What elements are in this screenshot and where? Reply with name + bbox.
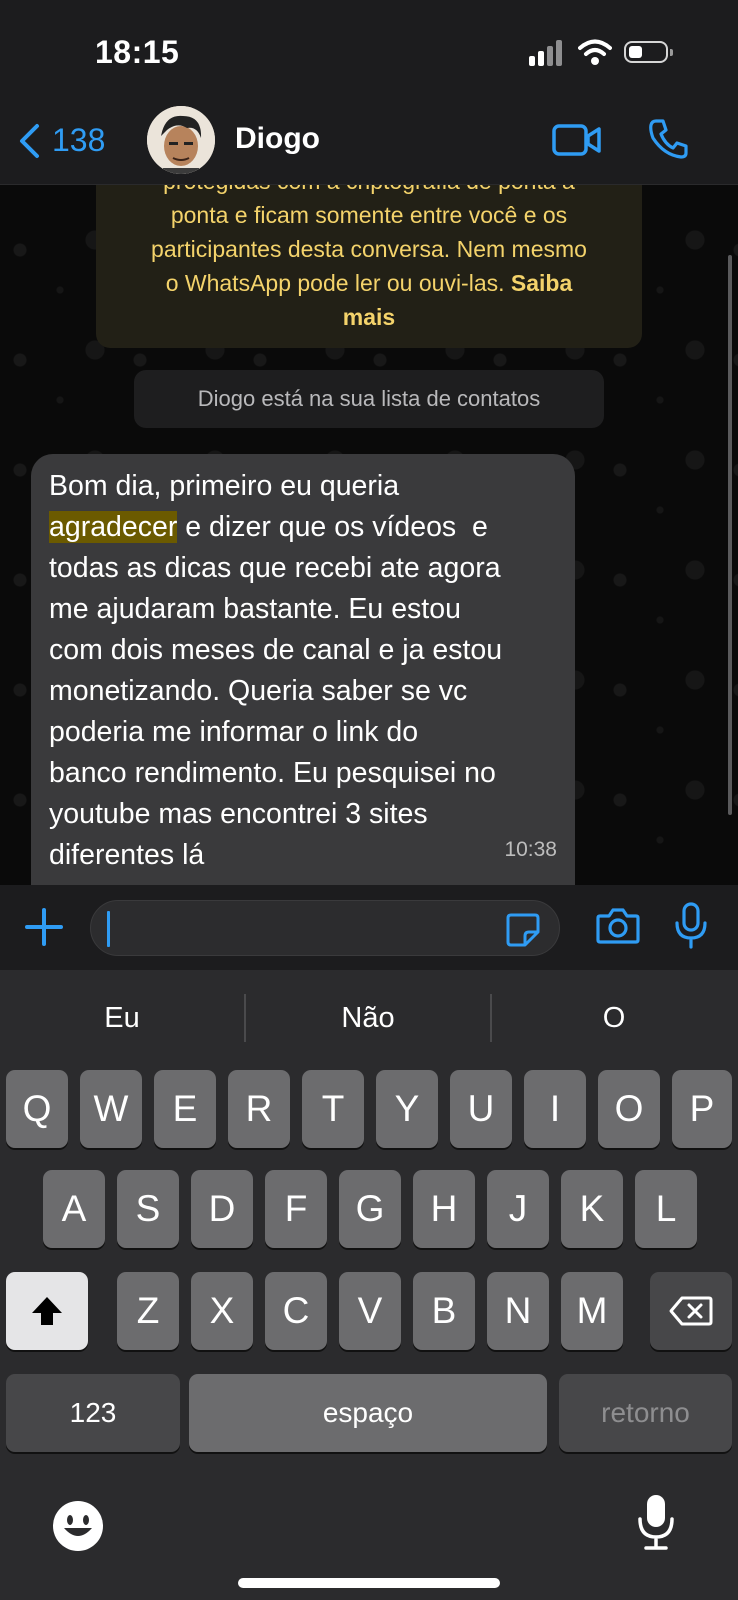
- key[interactable]: B: [413, 1272, 475, 1350]
- chat-header: 138 Diogo: [0, 100, 738, 185]
- key[interactable]: I: [524, 1070, 586, 1148]
- message-bubble[interactable]: Bom dia, primeiro eu queria agradecer e …: [31, 454, 575, 890]
- key[interactable]: M: [561, 1272, 623, 1350]
- contact-name[interactable]: Diogo: [235, 122, 320, 156]
- key[interactable]: G: [339, 1170, 401, 1248]
- message-timestamp: 10:38: [504, 838, 557, 861]
- video-call-button[interactable]: [552, 122, 602, 158]
- message-line: diferentes lá: [49, 839, 205, 871]
- keyboard: Eu Não O Q W E R T Y U I O P A S D F G H…: [0, 970, 738, 1600]
- message-line: youtube mas encontrei 3 sites: [49, 798, 428, 830]
- key[interactable]: Y: [376, 1070, 438, 1148]
- encryption-line-4: o WhatsApp pode ler ou ouvi-las.: [165, 270, 505, 296]
- message-line: todas as dicas que recebi ate agora: [49, 552, 501, 584]
- sticker-icon[interactable]: [505, 912, 541, 948]
- camera-icon[interactable]: [596, 907, 640, 945]
- key[interactable]: Z: [117, 1272, 179, 1350]
- space-key[interactable]: espaço: [189, 1374, 547, 1452]
- signal-icon: [529, 40, 565, 66]
- return-key[interactable]: retorno: [559, 1374, 732, 1452]
- key[interactable]: H: [413, 1170, 475, 1248]
- status-bar: 18:15: [0, 0, 738, 100]
- key[interactable]: S: [117, 1170, 179, 1248]
- backspace-icon: [669, 1296, 713, 1326]
- key[interactable]: K: [561, 1170, 623, 1248]
- key[interactable]: Q: [6, 1070, 68, 1148]
- learn-more-link-2[interactable]: mais: [343, 304, 395, 330]
- key[interactable]: F: [265, 1170, 327, 1248]
- home-indicator[interactable]: [238, 1578, 500, 1588]
- predictive-bar: Eu Não O: [0, 970, 738, 1066]
- highlighted-word: agradecer: [49, 511, 178, 543]
- back-button[interactable]: 138: [18, 122, 105, 159]
- phone-icon[interactable]: [648, 118, 688, 160]
- backspace-key[interactable]: [650, 1272, 732, 1350]
- key[interactable]: N: [487, 1272, 549, 1350]
- key[interactable]: E: [154, 1070, 216, 1148]
- plus-icon[interactable]: [24, 907, 64, 947]
- key[interactable]: X: [191, 1272, 253, 1350]
- key[interactable]: U: [450, 1070, 512, 1148]
- scroll-indicator[interactable]: [728, 255, 732, 815]
- key[interactable]: D: [191, 1170, 253, 1248]
- message-line: monetizando. Queria saber se vc: [49, 675, 468, 707]
- emoji-icon[interactable]: [52, 1500, 104, 1552]
- learn-more-link[interactable]: Saiba: [511, 270, 572, 296]
- key[interactable]: O: [598, 1070, 660, 1148]
- status-time: 18:15: [95, 34, 180, 70]
- suggestion-1[interactable]: Eu: [0, 970, 244, 1066]
- wifi-icon: [578, 39, 612, 65]
- chevron-left-icon: [20, 123, 39, 158]
- suggestion-2[interactable]: Não: [246, 970, 490, 1066]
- key[interactable]: L: [635, 1170, 697, 1248]
- suggestion-3[interactable]: O: [492, 970, 736, 1066]
- key[interactable]: C: [265, 1272, 327, 1350]
- encryption-line-2: ponta e ficam somente entre você e os: [170, 202, 568, 228]
- key[interactable]: T: [302, 1070, 364, 1148]
- message-line: e dizer que os vídeos e: [177, 511, 488, 543]
- microphone-icon[interactable]: [674, 901, 708, 951]
- message-compose-bar: [0, 885, 738, 970]
- key[interactable]: P: [672, 1070, 732, 1148]
- shift-icon: [32, 1297, 62, 1325]
- avatar[interactable]: [147, 106, 215, 174]
- message-line: com dois meses de canal e ja estou: [49, 634, 503, 666]
- contact-notice: Diogo está na sua lista de contatos: [134, 370, 604, 428]
- key[interactable]: A: [43, 1170, 105, 1248]
- unread-count: 138: [52, 122, 106, 158]
- key[interactable]: W: [80, 1070, 142, 1148]
- shift-key[interactable]: [6, 1272, 88, 1350]
- message-input[interactable]: [90, 900, 560, 956]
- battery-icon: [624, 41, 673, 63]
- message-line: me ajudaram bastante. Eu estou: [49, 593, 461, 625]
- message-line: Bom dia, primeiro eu queria: [49, 470, 400, 502]
- key[interactable]: J: [487, 1170, 549, 1248]
- key[interactable]: V: [339, 1272, 401, 1350]
- message-line: banco rendimento. Eu pesquisei no: [49, 757, 496, 789]
- text-caret: [107, 911, 110, 947]
- message-line: poderia me informar o link do: [49, 716, 419, 748]
- numbers-key[interactable]: 123: [6, 1374, 180, 1452]
- key[interactable]: R: [228, 1070, 290, 1148]
- dictation-icon[interactable]: [636, 1493, 676, 1551]
- encryption-line-3: participantes desta conversa. Nem mesmo: [151, 236, 587, 262]
